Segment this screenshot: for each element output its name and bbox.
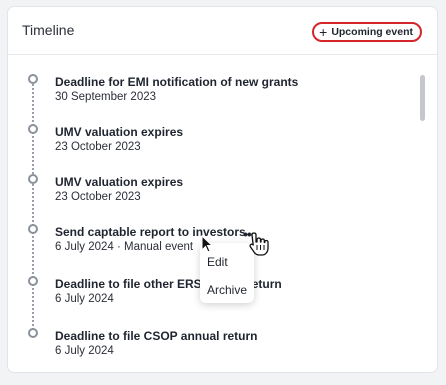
timeline-item-title: UMV valuation expires — [55, 125, 184, 139]
hand-cursor-icon — [249, 232, 269, 256]
timeline-item-title: Deadline for EMI notification of new gra… — [55, 75, 299, 89]
scrollbar-thumb[interactable] — [420, 75, 425, 121]
timeline-item-title: UMV valuation expires — [55, 175, 184, 189]
timeline-item-date: 23 October 2023 — [55, 141, 141, 153]
timeline-item-date: 30 September 2023 — [55, 91, 157, 103]
card-header: Timeline + Upcoming event — [8, 7, 437, 55]
pointer-cursor-icon — [201, 235, 213, 253]
timeline-item-title: Send captable report to investors — [55, 225, 246, 239]
timeline-dot-icon — [28, 328, 38, 338]
menu-item-edit[interactable]: Edit — [207, 255, 228, 269]
timeline-item-date: 6 July 2024 · Manual event — [55, 241, 194, 253]
timeline-item-title: Deadline to file CSOP annual return — [55, 329, 258, 343]
timeline-list[interactable]: Deadline for EMI notification of new gra… — [8, 55, 437, 372]
timeline-item-date: 23 October 2023 — [55, 191, 141, 203]
plus-icon: + — [319, 23, 328, 40]
timeline-dot-icon — [28, 74, 38, 84]
upcoming-event-label: Upcoming event — [331, 26, 413, 38]
timeline-dot-icon — [28, 174, 38, 184]
menu-item-archive[interactable]: Archive — [207, 283, 247, 297]
timeline-dot-icon — [28, 276, 38, 286]
timeline-dot-icon — [28, 224, 38, 234]
timeline-rail — [32, 81, 34, 333]
card-title: Timeline — [22, 22, 75, 38]
timeline-item-date: 6 July 2024 — [55, 345, 114, 357]
timeline-card: Timeline + Upcoming event Deadline for E… — [7, 6, 438, 373]
timeline-dot-icon — [28, 124, 38, 134]
upcoming-event-button[interactable]: + Upcoming event — [312, 22, 422, 42]
timeline-item-date: 6 July 2024 — [55, 293, 114, 305]
